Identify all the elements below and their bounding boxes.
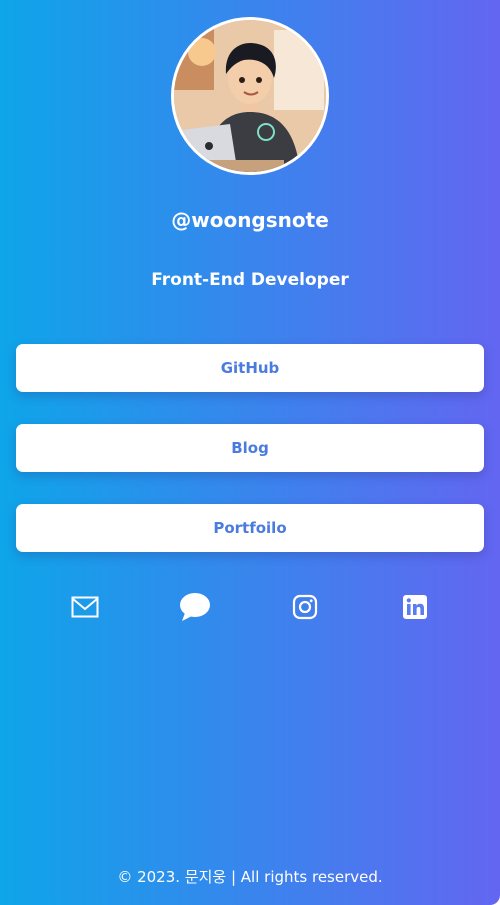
footer-copyright: © 2023. 문지웅 | All rights reserved.	[117, 868, 383, 886]
social-links	[0, 590, 500, 624]
github-link-button[interactable]: GitHub	[16, 344, 484, 392]
avatar	[171, 17, 329, 175]
chat-icon[interactable]	[178, 590, 212, 624]
linkedin-icon[interactable]	[398, 590, 432, 624]
blog-link-button[interactable]: Blog	[16, 424, 484, 472]
mail-icon[interactable]	[68, 590, 102, 624]
portfolio-link-button[interactable]: Portfoilo	[16, 504, 484, 552]
instagram-icon[interactable]	[288, 590, 322, 624]
profile-role: Front-End Developer	[151, 270, 349, 290]
profile-page: @woongsnote Front-End Developer GitHub B…	[0, 0, 500, 905]
profile-handle: @woongsnote	[171, 208, 329, 232]
